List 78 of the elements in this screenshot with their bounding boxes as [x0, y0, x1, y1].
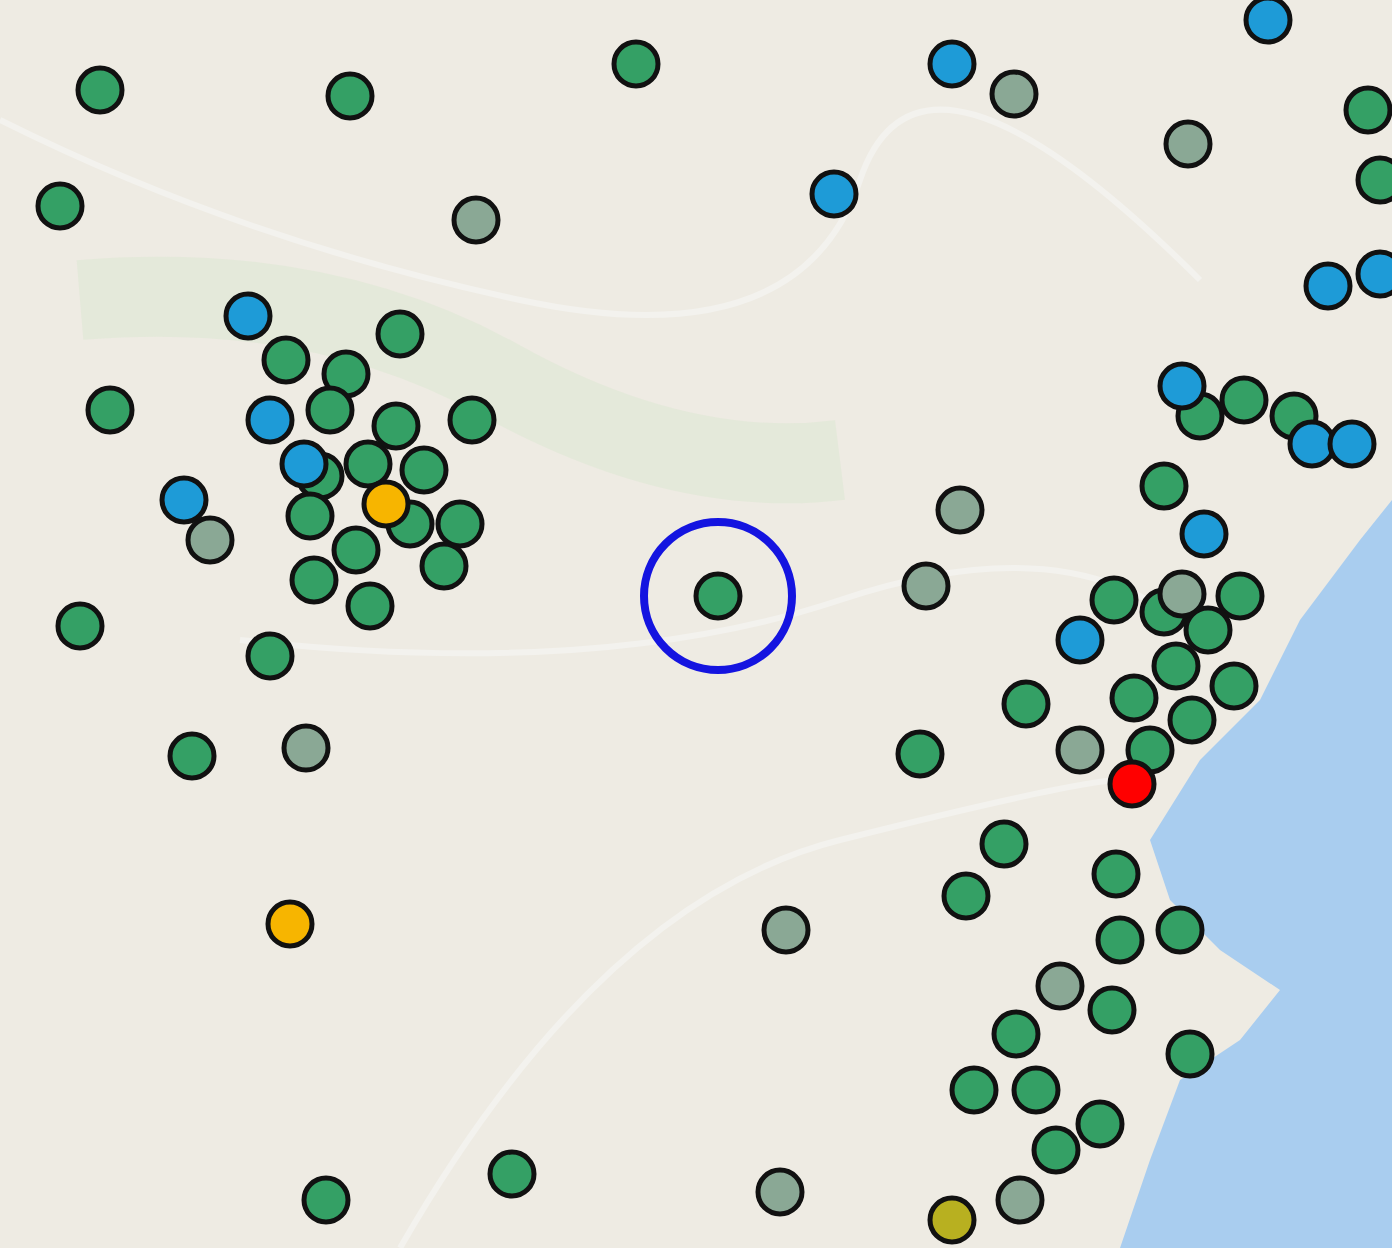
map-marker[interactable] [447, 395, 497, 445]
map-marker[interactable] [1035, 961, 1085, 1011]
map-marker[interactable] [1031, 1125, 1081, 1175]
map-marker[interactable] [1157, 569, 1207, 619]
map-marker[interactable] [371, 401, 421, 451]
map-marker[interactable] [285, 491, 335, 541]
map-marker[interactable] [949, 1065, 999, 1115]
map-marker[interactable] [223, 291, 273, 341]
map-marker[interactable] [75, 65, 125, 115]
map-marker[interactable] [265, 899, 315, 949]
map-marker[interactable] [1209, 661, 1259, 711]
map-marker[interactable] [487, 1149, 537, 1199]
map-marker[interactable] [245, 631, 295, 681]
map-marker[interactable] [1179, 509, 1229, 559]
map-marker[interactable] [1355, 155, 1392, 205]
map-marker[interactable] [935, 485, 985, 535]
map-marker[interactable] [1091, 849, 1141, 899]
map-marker[interactable] [941, 871, 991, 921]
map-marker[interactable] [1011, 1065, 1061, 1115]
map-marker[interactable] [159, 475, 209, 525]
map-marker[interactable] [375, 309, 425, 359]
map-marker[interactable] [1109, 673, 1159, 723]
map-marker[interactable] [85, 385, 135, 435]
map-marker[interactable] [979, 819, 1029, 869]
map-marker[interactable] [1107, 759, 1157, 809]
map-marker[interactable] [927, 39, 977, 89]
map-marker[interactable] [1183, 605, 1233, 655]
selected-map-marker[interactable] [640, 518, 796, 674]
map-marker[interactable] [991, 1009, 1041, 1059]
map-marker[interactable] [185, 515, 235, 565]
map-marker[interactable] [1165, 1029, 1215, 1079]
map-marker[interactable] [995, 1175, 1045, 1225]
map-marker[interactable] [331, 525, 381, 575]
map-marker[interactable] [1219, 375, 1269, 425]
map-marker[interactable] [1327, 419, 1377, 469]
map-marker[interactable] [399, 445, 449, 495]
map-marker[interactable] [55, 601, 105, 651]
map-marker[interactable] [281, 723, 331, 773]
map-marker[interactable] [1163, 119, 1213, 169]
map-marker[interactable] [167, 731, 217, 781]
map-marker[interactable] [435, 499, 485, 549]
map-marker[interactable] [1089, 575, 1139, 625]
map-marker[interactable] [1139, 461, 1189, 511]
map-marker[interactable] [1215, 571, 1265, 621]
map-marker[interactable] [611, 39, 661, 89]
map-marker[interactable] [345, 581, 395, 631]
map-marker[interactable] [1355, 249, 1392, 299]
map-marker[interactable] [1087, 985, 1137, 1035]
map-marker[interactable] [761, 905, 811, 955]
map-marker[interactable] [895, 729, 945, 779]
map-marker[interactable] [1095, 915, 1145, 965]
map-marker[interactable] [1055, 725, 1105, 775]
map-marker[interactable] [1001, 679, 1051, 729]
map-marker[interactable] [927, 1195, 977, 1245]
map-marker[interactable] [901, 561, 951, 611]
map-marker[interactable] [1303, 261, 1353, 311]
map-marker[interactable] [1155, 905, 1205, 955]
map-marker[interactable] [1243, 0, 1293, 45]
map-marker[interactable] [305, 385, 355, 435]
map-marker[interactable] [1075, 1099, 1125, 1149]
map-marker[interactable] [289, 555, 339, 605]
map-marker[interactable] [1157, 361, 1207, 411]
map-marker[interactable] [279, 439, 329, 489]
map-marker[interactable] [35, 181, 85, 231]
map-marker[interactable] [989, 69, 1039, 119]
map-marker[interactable] [301, 1175, 351, 1225]
map-marker[interactable] [343, 439, 393, 489]
map-marker[interactable] [325, 71, 375, 121]
map-marker[interactable] [419, 541, 469, 591]
map-marker[interactable] [361, 479, 411, 529]
map-marker[interactable] [1055, 615, 1105, 665]
map-marker[interactable] [809, 169, 859, 219]
map-marker[interactable] [755, 1167, 805, 1217]
map-marker[interactable] [1167, 695, 1217, 745]
map-marker[interactable] [1151, 641, 1201, 691]
map-marker[interactable] [261, 335, 311, 385]
map-marker[interactable] [451, 195, 501, 245]
map-marker[interactable] [245, 395, 295, 445]
